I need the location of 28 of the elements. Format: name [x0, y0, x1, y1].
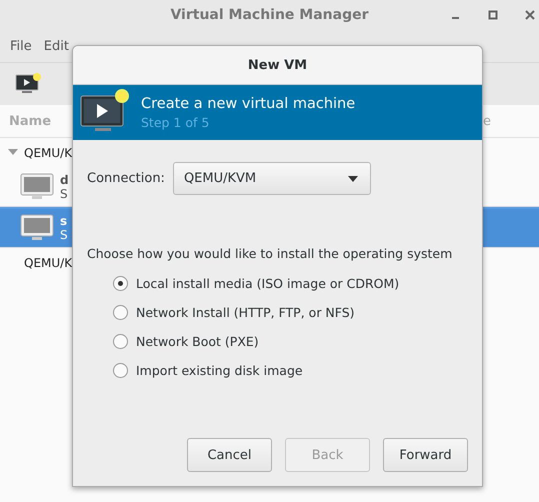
menu-item[interactable]: File — [10, 38, 32, 54]
close-icon[interactable] — [525, 10, 535, 20]
connection-dropdown[interactable]: QEMU/KVM — [172, 162, 371, 195]
dropdown-arrow-icon — [348, 176, 358, 182]
step-label: Step 1 of 5 — [141, 114, 210, 130]
install-option[interactable]: Local install media (ISO image or CDROM) — [113, 274, 468, 293]
dialog-heading: Create a new virtual machine — [141, 96, 356, 112]
install-prompt: Choose how you would like to install the operating system — [87, 246, 454, 261]
dialog-button[interactable]: Cancel — [187, 438, 272, 472]
window-title: Virtual Machine Manager — [170, 7, 369, 23]
new-vm-icon[interactable] — [14, 72, 42, 96]
menu-item[interactable]: Edit — [44, 38, 69, 54]
monitor-icon — [20, 173, 54, 201]
connection-label: QEMU/K — [24, 256, 72, 270]
dialog-title: New VM — [248, 58, 308, 72]
connection-label: Connection: — [87, 171, 165, 186]
install-option[interactable]: Import existing disk image — [113, 361, 468, 380]
install-option[interactable]: Network Boot (PXE) — [113, 332, 468, 351]
install-option[interactable]: Network Install (HTTP, FTP, or NFS) — [113, 303, 468, 322]
vm-name: d — [60, 173, 69, 187]
expander-icon[interactable] — [8, 149, 18, 157]
vm-status: S — [60, 187, 69, 201]
dialog-button[interactable]: Forward — [383, 438, 468, 472]
vm-status: S — [60, 228, 68, 242]
connection-label: QEMU/K — [24, 146, 72, 160]
monitor-icon — [20, 214, 54, 242]
vm-name: s — [60, 214, 68, 228]
maximize-icon[interactable] — [488, 10, 498, 20]
